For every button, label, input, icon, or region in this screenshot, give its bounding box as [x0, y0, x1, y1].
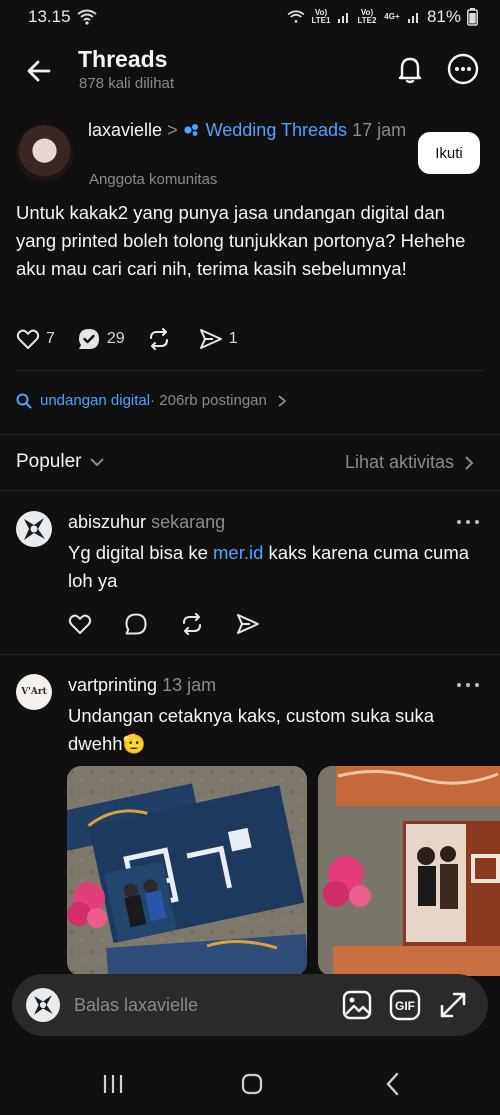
- heart-icon[interactable]: [68, 613, 92, 635]
- community-icon: [183, 124, 198, 136]
- share-button[interactable]: 1: [199, 328, 238, 350]
- post-actions: 7 29 1: [16, 326, 260, 352]
- reply-composer[interactable]: Balas laxavielle GIF: [12, 974, 488, 1036]
- author-username[interactable]: laxavielle: [88, 120, 162, 140]
- status-bar: 13.15 Vo) LTE1 Vo) LTE2 4G+ 81%: [0, 0, 500, 34]
- divider: [16, 370, 484, 371]
- invitation-photo: [67, 766, 307, 976]
- top-bar: Threads 878 kali dilihat: [0, 40, 500, 100]
- send-icon[interactable]: [236, 613, 260, 635]
- reply-text: Undangan cetaknya kaks, custom suka suka…: [68, 705, 435, 754]
- reply-actions: [68, 612, 260, 636]
- my-avatar: [26, 988, 60, 1022]
- post-time: 17 jam: [352, 120, 407, 140]
- replied-bubble-icon: [78, 329, 99, 349]
- view-activity-link[interactable]: Lihat aktivitas: [345, 452, 476, 473]
- media-image[interactable]: [67, 766, 307, 976]
- divider: [0, 654, 500, 655]
- chevron-right-icon: [465, 455, 474, 470]
- heart-icon: [16, 329, 40, 349]
- page-title: Threads: [78, 46, 168, 72]
- sort-label: Populer: [16, 451, 82, 472]
- avatar-logo-text: V'Art: [21, 687, 47, 697]
- reply-avatar[interactable]: V'Art: [16, 674, 52, 710]
- repost-icon[interactable]: [180, 612, 204, 636]
- sort-dropdown[interactable]: Populer: [16, 451, 106, 473]
- reply-username[interactable]: abiszuhur: [68, 512, 146, 532]
- follow-button[interactable]: Ikuti: [418, 132, 480, 174]
- post-header: laxavielle > Wedding Threads 17 jam: [88, 116, 408, 144]
- home-icon[interactable]: [237, 1069, 267, 1099]
- reply-avatar[interactable]: [16, 511, 52, 547]
- send-icon: [199, 329, 222, 349]
- more-icon[interactable]: [455, 517, 481, 527]
- back-arrow-icon[interactable]: [22, 54, 56, 88]
- wifi-icon: [76, 9, 97, 25]
- reply-button[interactable]: 29: [77, 327, 125, 351]
- divider: [0, 434, 500, 435]
- recent-apps-icon[interactable]: [98, 1069, 128, 1099]
- reply-text: Yg digital bisa ke mer.id kaks karena cu…: [68, 539, 486, 595]
- community-link[interactable]: Wedding Threads: [206, 120, 347, 140]
- reply-input[interactable]: Balas laxavielle: [74, 995, 340, 1016]
- battery-level: 81%: [426, 7, 461, 26]
- activity-label: Lihat aktivitas: [344, 452, 454, 472]
- view-count: 878 kali dilihat: [79, 75, 175, 92]
- reply-header: abiszuhur sekarang: [68, 512, 225, 533]
- topic-link[interactable]: undangan digital · 206rb postingan: [16, 392, 289, 409]
- repost-icon: [149, 327, 168, 351]
- expand-icon[interactable]: [436, 988, 470, 1022]
- topic-post-count: · 206rb postingan: [150, 392, 267, 409]
- sim2-label: Vo) LTE2: [357, 8, 377, 25]
- comment-icon[interactable]: [124, 612, 148, 636]
- system-nav-bar: [0, 1050, 500, 1115]
- reply-time: sekarang: [151, 512, 226, 532]
- invitation-photo: [318, 766, 500, 976]
- reply-username[interactable]: vartprinting: [68, 675, 157, 695]
- avatar-logo-icon: [34, 995, 53, 1015]
- reply-link[interactable]: mer.id: [213, 542, 263, 563]
- like-button[interactable]: 7: [16, 328, 55, 350]
- avatar-logo-icon: [24, 518, 45, 540]
- reply-header: vartprinting 13 jam: [68, 675, 216, 696]
- search-icon: [16, 393, 32, 408]
- more-options-icon[interactable]: [446, 52, 480, 86]
- chevron-right-icon: >: [167, 120, 178, 140]
- chevron-down-icon: [89, 458, 104, 467]
- chevron-right-icon: [278, 394, 287, 407]
- author-avatar[interactable]: [16, 125, 73, 182]
- battery-icon: [467, 8, 478, 26]
- reply-text-part: Yg digital bisa ke: [68, 542, 214, 563]
- bell-icon[interactable]: [393, 52, 427, 86]
- more-icon[interactable]: [455, 680, 481, 690]
- back-icon[interactable]: [378, 1069, 408, 1099]
- sim1-label: Vo) LTE1: [311, 8, 331, 25]
- image-icon[interactable]: [340, 988, 374, 1022]
- like-count: 7: [46, 330, 55, 347]
- gif-icon[interactable]: GIF: [388, 988, 422, 1022]
- topic-tag: undangan digital: [40, 392, 151, 409]
- status-time: 13.15: [28, 7, 71, 26]
- membership-label: Anggota komunitas: [89, 171, 218, 188]
- reply-count: 29: [106, 330, 125, 347]
- svg-text:GIF: GIF: [395, 999, 415, 1013]
- signal-icon: [337, 13, 348, 23]
- signal-icon: [407, 13, 418, 23]
- wifi-status-icon: [287, 10, 305, 23]
- post-text: Untuk kakak2 yang punya jasa undangan di…: [16, 202, 466, 279]
- media-image[interactable]: [318, 766, 500, 976]
- reply-time: 13 jam: [162, 675, 217, 695]
- network-label: 4G+: [384, 12, 400, 21]
- divider: [0, 490, 500, 491]
- repost-button[interactable]: [147, 327, 177, 351]
- share-count: 1: [228, 330, 238, 347]
